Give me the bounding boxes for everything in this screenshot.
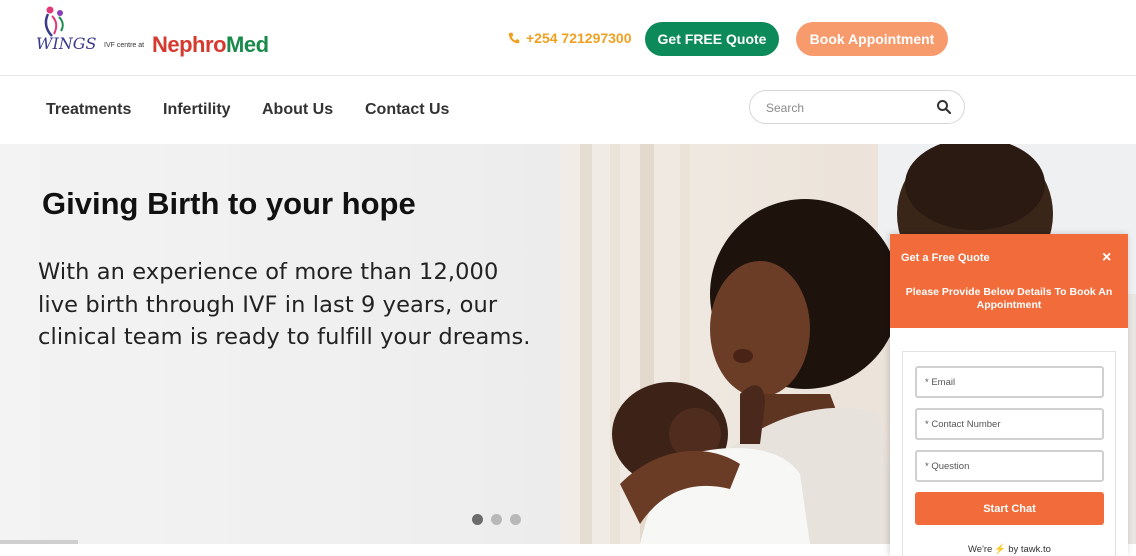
search-box bbox=[749, 90, 965, 124]
slider-dot-3[interactable] bbox=[510, 514, 521, 525]
hero-description: With an experience of more than 12,000 l… bbox=[38, 256, 538, 354]
hero-title: Giving Birth to your hope bbox=[42, 186, 416, 221]
slider-dot-1[interactable] bbox=[472, 514, 483, 525]
logo-brand-text: NephroMed bbox=[152, 32, 269, 58]
logo-brand-part1: Nephr bbox=[152, 32, 214, 57]
bolt-icon: ⚡ bbox=[994, 544, 1007, 555]
book-appointment-button[interactable]: Book Appointment bbox=[796, 22, 948, 56]
chat-header: Get a Free Quote × Please Provide Below … bbox=[890, 234, 1128, 328]
chat-title: Get a Free Quote bbox=[901, 252, 990, 264]
chat-subtitle: Please Provide Below Details To Book An … bbox=[905, 286, 1113, 311]
chat-widget: Get a Free Quote × Please Provide Below … bbox=[890, 234, 1128, 556]
contact-number-field[interactable] bbox=[915, 408, 1104, 440]
slider-dot-2[interactable] bbox=[491, 514, 502, 525]
phone-link[interactable]: +254 721297300 bbox=[508, 30, 632, 46]
logo-brand-o: o bbox=[213, 32, 227, 57]
slider-dots bbox=[472, 514, 521, 525]
search-icon[interactable] bbox=[936, 99, 952, 115]
hero-text-line: With an experience of more than 12,000 bbox=[38, 259, 499, 285]
hero-text-line: live birth through IVF in last 9 years, … bbox=[38, 291, 498, 318]
logo-ivf-text: IVF centre at bbox=[104, 42, 145, 49]
site-logo[interactable]: WINGS IVF centre at NephroMed bbox=[34, 4, 294, 62]
logo-wings-text: WINGS bbox=[36, 34, 97, 53]
page: WINGS IVF centre at NephroMed +254 72129… bbox=[0, 0, 1136, 556]
slider-progress-bar bbox=[0, 540, 78, 544]
email-field[interactable] bbox=[915, 366, 1104, 398]
footer-suffix: by tawk.to bbox=[1008, 544, 1051, 555]
phone-number: +254 721297300 bbox=[526, 30, 632, 46]
footer-prefix: We're bbox=[968, 544, 993, 555]
chat-form: Start Chat bbox=[902, 351, 1116, 556]
search-input[interactable] bbox=[766, 99, 926, 117]
close-icon[interactable]: × bbox=[1102, 249, 1111, 267]
question-field[interactable] bbox=[915, 450, 1104, 482]
main-nav: Treatments Infertility About Us Contact … bbox=[0, 77, 1136, 143]
start-chat-button[interactable]: Start Chat bbox=[915, 492, 1104, 525]
tawk-footer[interactable]: We're ⚡ by tawk.to bbox=[968, 544, 1051, 555]
get-free-quote-button[interactable]: Get FREE Quote bbox=[645, 22, 779, 56]
top-header: WINGS IVF centre at NephroMed +254 72129… bbox=[0, 0, 1136, 76]
hero-text-line: clinical team is ready to fulfill your d… bbox=[38, 324, 531, 350]
logo-brand-part2: Med bbox=[226, 32, 269, 57]
nav-item-infertility[interactable]: Infertility bbox=[163, 101, 231, 119]
nav-item-about-us[interactable]: About Us bbox=[262, 101, 333, 119]
nav-item-treatments[interactable]: Treatments bbox=[46, 101, 131, 119]
phone-icon bbox=[508, 32, 520, 44]
nav-item-contact-us[interactable]: Contact Us bbox=[365, 101, 449, 119]
